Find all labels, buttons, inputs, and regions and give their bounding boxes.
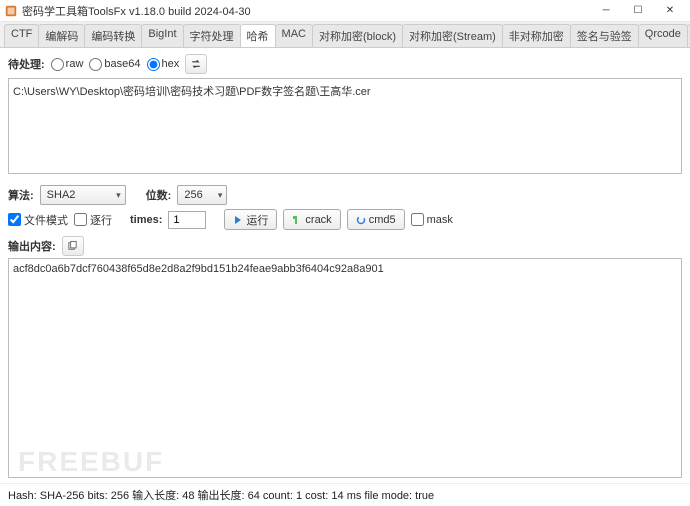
- tab-5[interactable]: 哈希: [240, 24, 276, 47]
- tabbar: CTF编解码编码转换BigInt字符处理哈希MAC对称加密(block)对称加密…: [0, 22, 690, 48]
- file-mode-checkbox[interactable]: 文件模式: [8, 212, 68, 228]
- run-button[interactable]: 运行: [224, 209, 277, 230]
- tab-0[interactable]: CTF: [4, 24, 39, 47]
- tab-7[interactable]: 对称加密(block): [312, 24, 403, 47]
- swap-icon: [190, 58, 202, 70]
- tab-10[interactable]: 签名与验签: [570, 24, 639, 47]
- close-button[interactable]: ✕: [654, 1, 686, 21]
- bits-value: 256: [184, 189, 202, 201]
- tab-1[interactable]: 编解码: [38, 24, 85, 47]
- controls-row: 文件模式 逐行 times: 运行 crack cmd5 mask: [8, 209, 682, 230]
- hammer-icon: [292, 215, 302, 225]
- maximize-button[interactable]: ☐: [622, 1, 654, 21]
- tab-11[interactable]: Qrcode: [638, 24, 688, 47]
- run-label: 运行: [246, 212, 268, 228]
- single-line-checkbox[interactable]: 逐行: [74, 212, 112, 228]
- statusbar: Hash: SHA-256 bits: 256 输入长度: 48 输出长度: 6…: [0, 483, 690, 506]
- loading-icon: [356, 215, 366, 225]
- cmd5-button[interactable]: cmd5: [347, 209, 405, 230]
- copy-icon: [67, 241, 78, 252]
- times-label: times:: [130, 214, 162, 226]
- times-input[interactable]: [168, 211, 206, 229]
- output-header: 输出内容:: [8, 236, 682, 256]
- mask-label: mask: [427, 214, 453, 226]
- radio-hex[interactable]: hex: [147, 58, 180, 71]
- radio-raw-label: raw: [66, 58, 84, 70]
- file-mode-input[interactable]: [8, 213, 21, 226]
- algo-row: 算法: SHA2 位数: 256: [8, 185, 682, 205]
- radio-hex-input[interactable]: [147, 58, 160, 71]
- algo-value: SHA2: [47, 189, 76, 201]
- tab-4[interactable]: 字符处理: [183, 24, 241, 47]
- window-controls: ─ ☐ ✕: [590, 1, 686, 21]
- titlebar: 密码学工具箱ToolsFx v1.18.0 build 2024-04-30 ─…: [0, 0, 690, 22]
- tab-6[interactable]: MAC: [275, 24, 313, 47]
- minimize-button[interactable]: ─: [590, 1, 622, 21]
- window-title: 密码学工具箱ToolsFx v1.18.0 build 2024-04-30: [22, 3, 590, 19]
- algo-select[interactable]: SHA2: [40, 185, 126, 205]
- pending-label: 待处理:: [8, 56, 45, 72]
- single-line-input[interactable]: [74, 213, 87, 226]
- crack-button[interactable]: crack: [283, 209, 340, 230]
- copy-button[interactable]: [62, 236, 84, 256]
- radio-base64[interactable]: base64: [89, 58, 140, 71]
- play-icon: [233, 215, 243, 225]
- app-icon: [4, 4, 18, 18]
- crack-label: crack: [305, 214, 331, 226]
- cmd5-label: cmd5: [369, 214, 396, 226]
- bits-select[interactable]: 256: [177, 185, 227, 205]
- pending-row: 待处理: raw base64 hex: [8, 54, 682, 74]
- file-mode-label: 文件模式: [24, 212, 68, 228]
- tab-8[interactable]: 对称加密(Stream): [402, 24, 503, 47]
- tab-2[interactable]: 编码转换: [84, 24, 142, 47]
- bits-label: 位数:: [146, 187, 172, 203]
- algo-label: 算法:: [8, 187, 34, 203]
- radio-hex-label: hex: [162, 58, 180, 70]
- output-label: 输出内容:: [8, 238, 56, 254]
- radio-raw-input[interactable]: [51, 58, 64, 71]
- tab-3[interactable]: BigInt: [141, 24, 183, 47]
- swap-button[interactable]: [185, 54, 207, 74]
- tab-9[interactable]: 非对称加密: [502, 24, 571, 47]
- radio-raw[interactable]: raw: [51, 58, 84, 71]
- mask-input[interactable]: [411, 213, 424, 226]
- mask-checkbox[interactable]: mask: [411, 213, 453, 226]
- single-line-label: 逐行: [90, 212, 112, 228]
- output-textarea[interactable]: [8, 258, 682, 478]
- radio-base64-label: base64: [104, 58, 140, 70]
- radio-base64-input[interactable]: [89, 58, 102, 71]
- input-textarea[interactable]: [8, 78, 682, 174]
